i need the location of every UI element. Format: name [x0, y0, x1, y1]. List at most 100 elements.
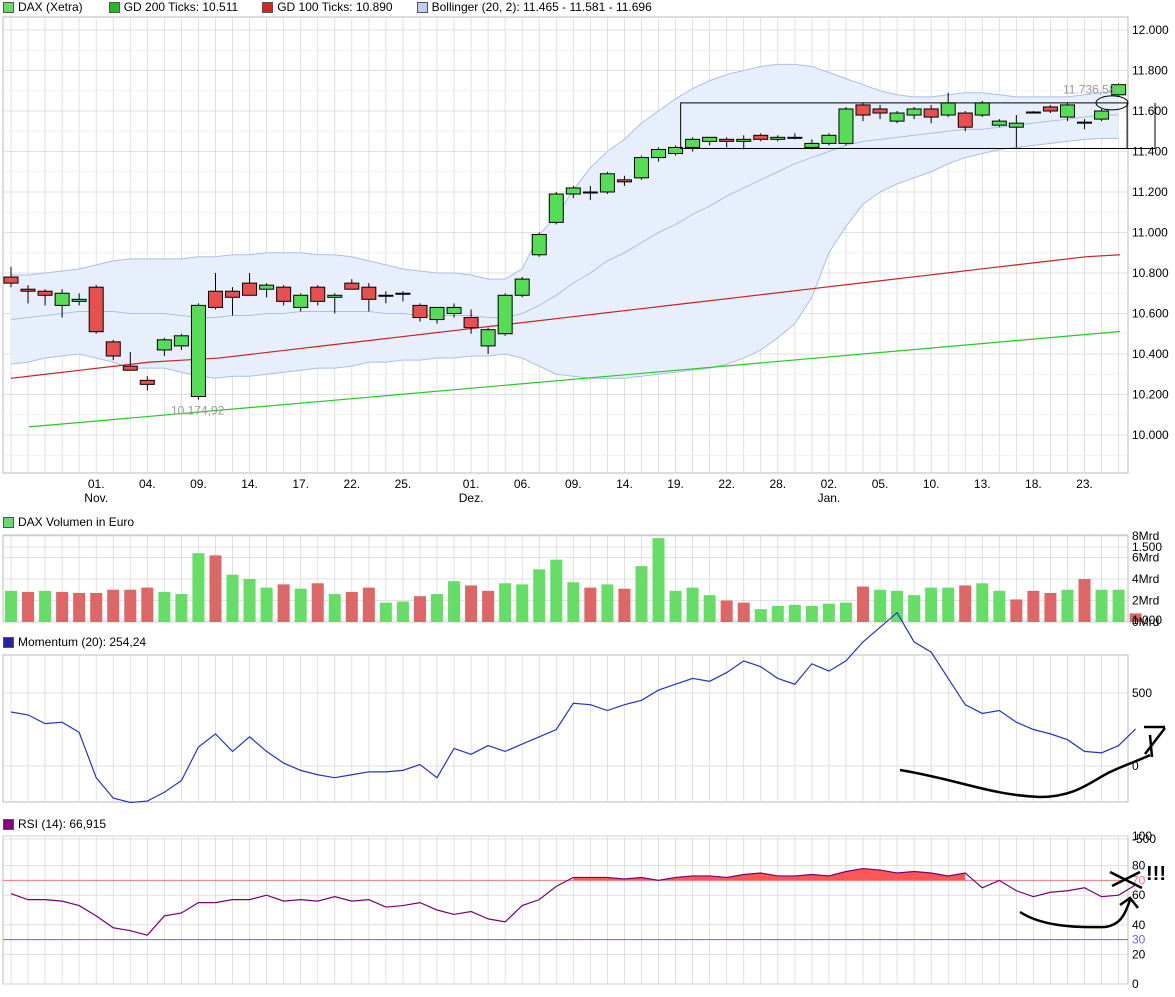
x-tick-label: 02.	[821, 477, 838, 491]
x-tick-label: 17.	[292, 477, 309, 491]
main-ytick-label: 10.400	[1132, 347, 1169, 361]
volume-bar	[124, 589, 137, 622]
candle-body	[1094, 110, 1110, 120]
candle-body	[872, 108, 888, 114]
candle	[633, 155, 649, 180]
candle-body	[71, 298, 87, 302]
volume-bar	[652, 538, 665, 622]
volume-bar	[1078, 579, 1091, 622]
candle-body	[1025, 111, 1041, 114]
candle-body	[190, 304, 206, 398]
x-tick-label: 06.	[514, 477, 531, 491]
x-tick-label: 28.	[769, 477, 786, 491]
x-tick-label: 14.	[616, 477, 633, 491]
main-ytick-label: 11.800	[1132, 64, 1168, 78]
candle-body	[651, 148, 667, 159]
hand-drawn-arrow	[1144, 725, 1166, 758]
volume-bar	[771, 605, 784, 622]
main-ytick-label: 11.000	[1132, 226, 1168, 240]
volume-bar	[686, 587, 699, 622]
candle-body	[838, 108, 854, 144]
candle-body	[20, 288, 36, 292]
candle	[821, 133, 837, 146]
volume-bar	[942, 587, 955, 622]
candle-body	[37, 290, 53, 296]
candle-body	[88, 286, 104, 333]
candle-body	[991, 120, 1007, 126]
candle	[1094, 108, 1110, 122]
volume-bar	[379, 602, 392, 622]
volume-bar	[107, 589, 120, 622]
volume-bar	[192, 553, 205, 622]
candle-body	[310, 286, 326, 302]
volume-bar	[788, 604, 801, 622]
volume-bar	[482, 590, 495, 622]
candle-body	[855, 104, 871, 116]
candle-body	[974, 102, 990, 116]
volume-bar	[925, 587, 938, 622]
volume-bar	[584, 587, 597, 622]
x-tick-label: 05.	[872, 477, 889, 491]
momentum-ytick-label: 1.500	[1132, 540, 1162, 554]
rsi-ytick-label: 0	[1132, 977, 1139, 991]
volume-bar	[857, 586, 869, 622]
candle-body	[412, 304, 428, 319]
volume-bar	[345, 591, 358, 622]
volume-bar	[396, 601, 409, 622]
volume-bar	[822, 603, 835, 622]
candle-body	[259, 284, 275, 290]
x-tick-label: 19.	[667, 477, 684, 491]
candle-body	[957, 112, 973, 128]
candle-body	[548, 193, 564, 223]
candle-body	[787, 136, 803, 139]
x-tick-label: 01.	[88, 477, 105, 491]
volume-bar	[311, 583, 324, 622]
volume-bar	[465, 585, 478, 622]
candle	[599, 171, 615, 195]
volume-bar	[567, 582, 580, 622]
main-ytick-label: 11.400	[1132, 145, 1168, 159]
candle-body	[480, 329, 496, 347]
volume-bar	[5, 590, 17, 622]
volume-bar	[141, 587, 154, 622]
main-ytick-label: 12.000	[1132, 23, 1169, 37]
x-tick-label: 04.	[139, 477, 156, 491]
candle-body	[940, 102, 956, 116]
candle-body	[446, 306, 462, 314]
candle-body	[685, 138, 701, 148]
mom-panel	[2, 654, 1129, 803]
volume-bar	[1112, 589, 1125, 622]
volume-bar	[448, 581, 461, 622]
volume-bar	[499, 583, 512, 622]
candle-body	[139, 379, 155, 385]
volume-bar	[226, 574, 239, 622]
volume-bar	[39, 590, 52, 622]
candle-body	[633, 157, 649, 179]
volume-bar	[550, 559, 563, 622]
volume-bar	[618, 588, 631, 622]
candle-body	[599, 173, 615, 193]
x-tick-label: 22.	[343, 477, 360, 491]
candle-body	[1077, 121, 1093, 124]
candle-body	[276, 286, 292, 302]
candle-body	[821, 134, 837, 144]
volume-bar	[328, 594, 341, 622]
main-ytick-label: 10.200	[1132, 388, 1169, 402]
x-tick-sublabel: Jan.	[818, 491, 841, 505]
x-tick-label: 01.	[463, 477, 480, 491]
candle-body	[429, 306, 445, 321]
volume-bar	[243, 579, 256, 622]
candle-body	[395, 292, 411, 295]
candle-body	[361, 286, 377, 300]
candle-body	[889, 112, 905, 122]
candle-body	[736, 138, 752, 142]
candle-body	[293, 294, 309, 308]
x-tick-label: 14.	[241, 477, 258, 491]
volume-bar	[158, 591, 171, 622]
x-tick-label: 22.	[718, 477, 735, 491]
rsi-ytick-label: 80	[1132, 859, 1146, 873]
candle-body	[225, 290, 241, 298]
candle	[190, 303, 206, 400]
candle-body	[207, 290, 223, 308]
rsi-ytick-label: 100	[1132, 829, 1152, 843]
